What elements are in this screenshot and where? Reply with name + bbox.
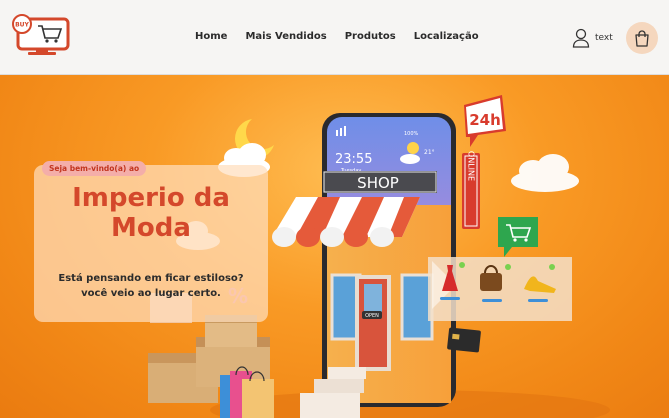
- user-account[interactable]: text: [572, 28, 613, 48]
- hero-subtitle-line-1: Está pensando em ficar estiloso?: [58, 273, 244, 284]
- nav-link-produtos[interactable]: Produtos: [345, 31, 396, 42]
- hours-badge-text: 24h: [469, 111, 501, 129]
- hero-subtitle-line-2: você veio ao lugar certo.: [81, 288, 221, 299]
- cloud-icon: [511, 154, 579, 192]
- credit-card-icon: [447, 327, 481, 353]
- 24h-badge: 24h: [464, 95, 506, 147]
- phone-time: 23:55: [335, 152, 372, 167]
- welcome-badge: Seja bem-vindo(a) ao: [42, 161, 147, 176]
- online-sign: ONLINE: [462, 151, 480, 229]
- main-nav: Home Mais Vendidos Produtos Localização: [195, 31, 497, 42]
- phone-battery: 100%: [404, 131, 419, 137]
- shopping-bag-button[interactable]: [626, 22, 658, 54]
- nav-link-localizacao[interactable]: Localização: [414, 31, 479, 42]
- logo[interactable]: BUY: [12, 14, 70, 56]
- hero-subtitle: Está pensando em ficar estiloso? você ve…: [34, 271, 268, 301]
- cart-bubble-icon: [498, 217, 538, 257]
- user-label: text: [595, 33, 613, 43]
- logo-text: BUY: [15, 22, 29, 29]
- hero-banner: % OPEN 100%: [0, 75, 669, 418]
- nav-link-home[interactable]: Home: [195, 31, 227, 42]
- open-sign: OPEN: [365, 313, 379, 319]
- hero-title-line-2: Moda: [111, 213, 191, 243]
- shopping-bag-icon: [635, 30, 649, 47]
- user-icon[interactable]: [572, 28, 590, 48]
- nav-link-mais-vendidos[interactable]: Mais Vendidos: [245, 31, 326, 42]
- navbar: BUY Home Mais Vendidos Produtos Localiza…: [0, 0, 669, 75]
- product-panel: [428, 257, 572, 321]
- hero-title-line-1: Imperio da: [72, 183, 230, 213]
- phone-temperature: 21°: [424, 149, 435, 156]
- hero-title: Imperio da Moda: [34, 183, 268, 243]
- shop-sign: SHOP: [357, 174, 399, 192]
- online-sign-text: ONLINE: [467, 151, 476, 181]
